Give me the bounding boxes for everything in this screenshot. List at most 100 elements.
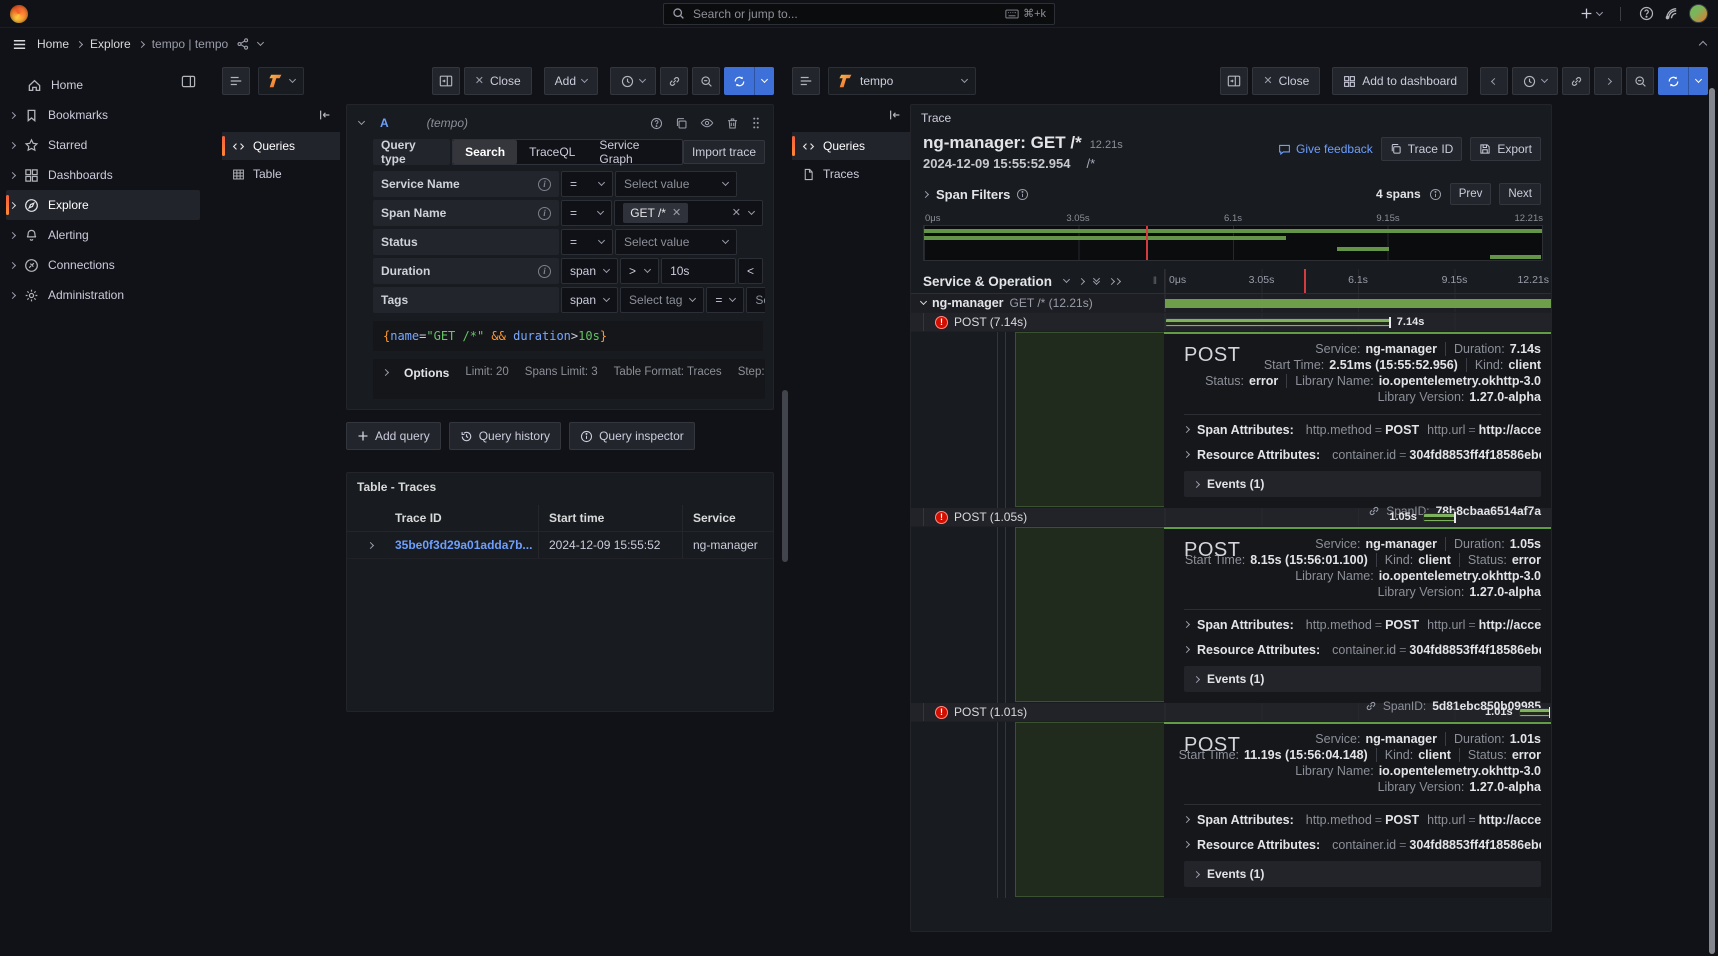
span-name-value[interactable]: GET /*✕ ✕ <box>614 200 763 226</box>
events-row[interactable]: Events (1) <box>1184 471 1541 497</box>
help-icon[interactable] <box>1639 6 1654 21</box>
span-row-post-7s[interactable]: ! POST (7.14s) 7.14s <box>911 313 1551 332</box>
close-right-pane-button[interactable]: ✕ Close <box>1252 67 1320 95</box>
span-bar[interactable] <box>1165 299 1551 308</box>
grafana-logo[interactable] <box>10 5 28 23</box>
add-button[interactable]: Add <box>544 67 598 95</box>
search-input[interactable] <box>691 6 999 22</box>
tab-traceql[interactable]: TraceQL <box>517 140 587 164</box>
service-name-value[interactable]: Select value <box>615 171 737 197</box>
global-search[interactable]: ⌘+k <box>663 3 1055 25</box>
trace-id-button[interactable]: Trace ID <box>1381 137 1463 161</box>
query-history-button[interactable]: Query history <box>449 422 561 450</box>
add-new-button[interactable] <box>1580 7 1602 20</box>
sidebar-item-alerting[interactable]: Alerting <box>6 220 200 250</box>
delete-query-icon[interactable] <box>726 117 739 130</box>
add-to-dashboard-button[interactable]: Add to dashboard <box>1332 67 1468 95</box>
user-avatar[interactable] <box>1689 4 1708 23</box>
sidebar-item-starred[interactable]: Starred <box>6 130 200 160</box>
time-range-button[interactable] <box>610 67 656 95</box>
tab-service-graph[interactable]: Service Graph <box>587 140 682 164</box>
query-rows-icon[interactable] <box>792 67 820 95</box>
col-service[interactable]: Service <box>683 511 773 525</box>
clear-all-icon[interactable]: ✕ <box>732 208 741 219</box>
zoom-out-icon[interactable] <box>1626 67 1654 95</box>
resource-attributes-row[interactable]: Resource Attributes:container.id=304fd88… <box>1184 442 1541 467</box>
news-icon[interactable] <box>1664 6 1679 21</box>
duration-operator[interactable]: > <box>620 258 659 284</box>
prev-span-button[interactable]: Prev <box>1450 183 1492 205</box>
span-attributes-row[interactable]: Span Attributes:http.method=POSThttp.url… <box>1184 807 1541 832</box>
query-row-header[interactable]: A (tempo) <box>355 111 765 135</box>
service-operation-header[interactable]: Service & Operation <box>923 274 1052 289</box>
resource-attributes-row[interactable]: Resource Attributes:container.id=304fd88… <box>1184 832 1541 857</box>
query-rows-icon[interactable] <box>222 67 250 95</box>
expand-one-icon[interactable] <box>1078 277 1085 284</box>
trace-minimap[interactable]: 0μs 3.05s 6.1s 9.15s 12.21s <box>923 213 1543 261</box>
query-help-icon[interactable] <box>650 117 663 130</box>
service-name-operator[interactable]: = <box>561 171 613 197</box>
sidebar-item-explore[interactable]: Explore <box>6 190 200 220</box>
expand-icon[interactable] <box>9 261 16 268</box>
col-trace-id[interactable]: Trace ID <box>393 505 539 531</box>
sidebar-item-bookmarks[interactable]: Bookmarks <box>6 100 200 130</box>
expand-filters-icon[interactable] <box>922 190 929 197</box>
expand-icon[interactable] <box>9 291 16 298</box>
span-name-operator[interactable]: = <box>561 200 612 226</box>
give-feedback-link[interactable]: Give feedback <box>1278 142 1373 156</box>
status-operator[interactable]: = <box>561 229 613 255</box>
add-query-button[interactable]: Add query <box>346 422 441 450</box>
collapse-span-icon[interactable] <box>920 298 927 305</box>
duration-max-operator[interactable]: < <box>738 258 763 284</box>
table-row[interactable]: 35be0f3d29a01adda7b... 2024-12-09 15:55:… <box>347 532 773 559</box>
breadcrumb-explore[interactable]: Explore <box>90 37 131 51</box>
sidebar-item-home[interactable]: Home <box>6 70 200 100</box>
panel-title[interactable]: Table - Traces <box>347 473 773 501</box>
duplicate-query-icon[interactable] <box>675 117 688 130</box>
rail-item-queries[interactable]: Queries <box>792 132 910 160</box>
left-pane-scrollbar[interactable] <box>782 390 788 562</box>
run-query-button[interactable] <box>724 67 774 95</box>
time-shift-right-icon[interactable] <box>1594 67 1622 95</box>
rail-item-traces[interactable]: Traces <box>792 160 910 188</box>
panel-title[interactable]: Trace <box>911 105 1551 131</box>
expand-icon[interactable] <box>9 231 16 238</box>
events-row[interactable]: Events (1) <box>1184 861 1541 887</box>
collapse-rail-icon[interactable] <box>222 106 340 132</box>
tags-operator[interactable]: = <box>706 287 744 313</box>
span-row-root[interactable]: ng-manager GET /* (12.21s) <box>911 294 1551 313</box>
collapse-deep-icon[interactable] <box>1094 279 1099 284</box>
col-start-time[interactable]: Start time <box>539 505 683 531</box>
expand-icon[interactable] <box>9 171 16 178</box>
next-span-button[interactable]: Next <box>1499 183 1541 205</box>
status-value[interactable]: Select value <box>615 229 737 255</box>
span-bar[interactable] <box>1165 318 1391 327</box>
collapse-header-button[interactable] <box>1700 37 1706 51</box>
expand-icon[interactable] <box>9 201 16 208</box>
time-range-button[interactable] <box>1512 67 1558 95</box>
span-bar[interactable] <box>1519 708 1551 717</box>
span-filters-label[interactable]: Span Filters <box>936 187 1010 202</box>
column-resize-handle[interactable]: ‖ <box>1153 276 1158 287</box>
link-icon[interactable] <box>1562 67 1590 95</box>
expand-icon[interactable] <box>9 111 16 118</box>
split-pane-icon[interactable] <box>1220 67 1248 95</box>
export-button[interactable]: Export <box>1470 137 1541 161</box>
split-pane-icon[interactable] <box>432 67 460 95</box>
run-query-button[interactable] <box>1658 67 1708 95</box>
events-row[interactable]: Events (1) <box>1184 666 1541 692</box>
duration-value-input[interactable]: 10s <box>661 258 736 284</box>
sidebar-item-dashboards[interactable]: Dashboards <box>6 160 200 190</box>
drag-handle-icon[interactable] <box>751 116 761 130</box>
tags-scope[interactable]: span <box>561 287 618 313</box>
span-attributes-row[interactable]: Span Attributes:http.method=POSThttp.url… <box>1184 417 1541 442</box>
span-attributes-row[interactable]: Span Attributes:http.method=POSThttp.url… <box>1184 612 1541 637</box>
import-trace-button[interactable]: Import trace <box>683 140 765 164</box>
query-inspector-button[interactable]: Query inspector <box>569 422 695 450</box>
tags-key[interactable]: Select tag <box>620 287 704 313</box>
span-bar[interactable] <box>1423 513 1456 522</box>
share-icon[interactable] <box>236 37 250 51</box>
breadcrumb-home[interactable]: Home <box>37 37 69 51</box>
tab-search[interactable]: Search <box>453 140 517 164</box>
link-icon[interactable] <box>660 67 688 95</box>
